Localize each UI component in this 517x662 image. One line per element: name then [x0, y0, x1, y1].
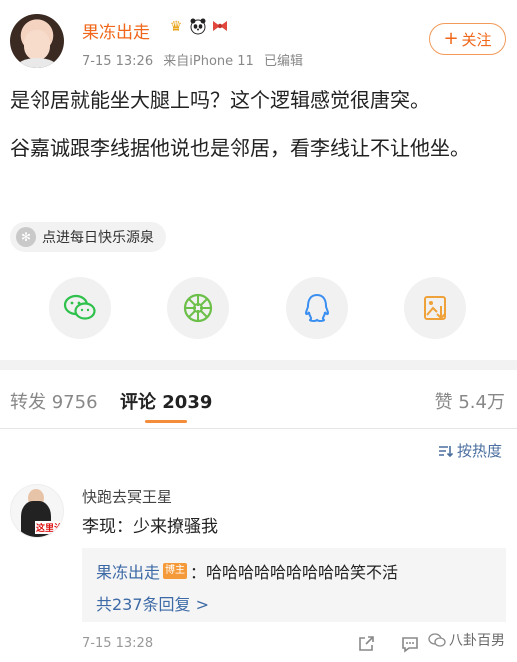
sort-label: 按热度 — [457, 442, 503, 460]
reply-preview[interactable]: 果冻出走 博主 ：哈哈哈哈哈哈哈哈哈笑不活 共237条回复 > — [82, 548, 506, 622]
post-meta: 7-15 13:26 来自iPhone 11 已编辑 — [82, 50, 309, 69]
watermark: 八卦百男 — [428, 630, 505, 650]
reply-line: 果冻出走 博主 ：哈哈哈哈哈哈哈哈哈笑不活 — [96, 559, 398, 583]
watermark-icon — [428, 633, 446, 647]
post-edited[interactable]: 已编辑 — [264, 54, 303, 69]
watermark-text: 八卦百男 — [449, 633, 505, 649]
reply-text: ：哈哈哈哈哈哈哈哈哈笑不活 — [190, 563, 399, 582]
topic-label: 点进每日快乐源泉 — [42, 230, 154, 246]
active-tab-indicator — [145, 420, 187, 423]
wechat-icon — [63, 294, 96, 320]
topic-icon — [16, 227, 36, 247]
tab-repost-count: 9756 — [51, 392, 98, 413]
more-replies-link[interactable]: 共237条回复 > — [96, 591, 209, 615]
panda-icon — [188, 17, 208, 37]
moments-icon — [183, 293, 213, 323]
avatar-shirt — [16, 58, 58, 68]
share-icon[interactable] — [356, 634, 376, 654]
commenter-name[interactable]: 快跑去冥王星 — [82, 486, 172, 507]
crown-icon: ♛ — [169, 19, 183, 35]
post-header: 果冻出走 ♛ 7-15 13:26 来自iPhone 11 已编辑 + 关注 — [0, 0, 517, 80]
reply-author[interactable]: 果冻出走 — [96, 559, 160, 583]
op-badge: 博主 — [163, 563, 188, 579]
post-content: 是邻居就能坐大腿上吗？这个逻辑感觉很唐突。 谷嘉诚跟李线据他说也是邻居，看李线让… — [10, 84, 510, 180]
follow-button[interactable]: + 关注 — [429, 23, 506, 55]
qq-icon — [304, 293, 330, 323]
post-source: 来自iPhone 11 — [163, 54, 254, 69]
tab-comments-label: 评论 — [120, 392, 156, 413]
tab-comments-count: 2039 — [162, 392, 213, 413]
plus-icon: + — [443, 28, 459, 49]
post-time: 7-15 13:26 — [82, 54, 154, 69]
share-qq-button[interactable] — [286, 277, 348, 339]
save-image-button[interactable] — [404, 277, 466, 339]
sort-icon — [439, 445, 453, 457]
avatar-face — [24, 30, 50, 60]
topic-pill[interactable]: 点进每日快乐源泉 — [10, 222, 166, 252]
share-wechat-button[interactable] — [49, 277, 111, 339]
tab-likes[interactable]: 赞 5.4万 — [435, 388, 505, 414]
comment-text: 李现：少来撩骚我 — [82, 517, 218, 537]
author-name[interactable]: 果冻出走 — [82, 18, 150, 43]
tab-repost[interactable]: 转发 9756 — [10, 388, 98, 414]
tab-comments[interactable]: 评论 2039 — [120, 388, 212, 414]
comment-icon[interactable] — [400, 634, 420, 654]
bow-icon — [210, 17, 230, 37]
commenter-avatar[interactable]: 这里汐 — [10, 484, 64, 538]
tab-likes-count: 5.4万 — [458, 392, 505, 413]
post-paragraph: 谷嘉诚跟李线据他说也是邻居，看李线让不让他坐。 — [10, 136, 470, 160]
save-image-icon — [424, 296, 446, 320]
tab-repost-label: 转发 — [10, 392, 46, 413]
interaction-tabs: 转发 9756 评论 2039 赞 5.4万 — [0, 380, 517, 428]
tab-likes-label: 赞 — [434, 392, 453, 413]
follow-label: 关注 — [461, 30, 492, 49]
section-divider — [0, 360, 517, 370]
comment-time: 7-15 13:28 — [82, 636, 154, 651]
avatar-sign: 这里汐 — [35, 521, 63, 534]
tabs-divider — [0, 428, 517, 429]
author-avatar[interactable] — [10, 14, 64, 68]
share-moments-button[interactable] — [167, 277, 229, 339]
share-row — [0, 277, 517, 339]
sort-by-hot-button[interactable]: 按热度 — [437, 440, 502, 461]
post-paragraph: 是邻居就能坐大腿上吗？这个逻辑感觉很唐突。 — [10, 88, 430, 112]
author-badges: ♛ — [166, 17, 230, 37]
